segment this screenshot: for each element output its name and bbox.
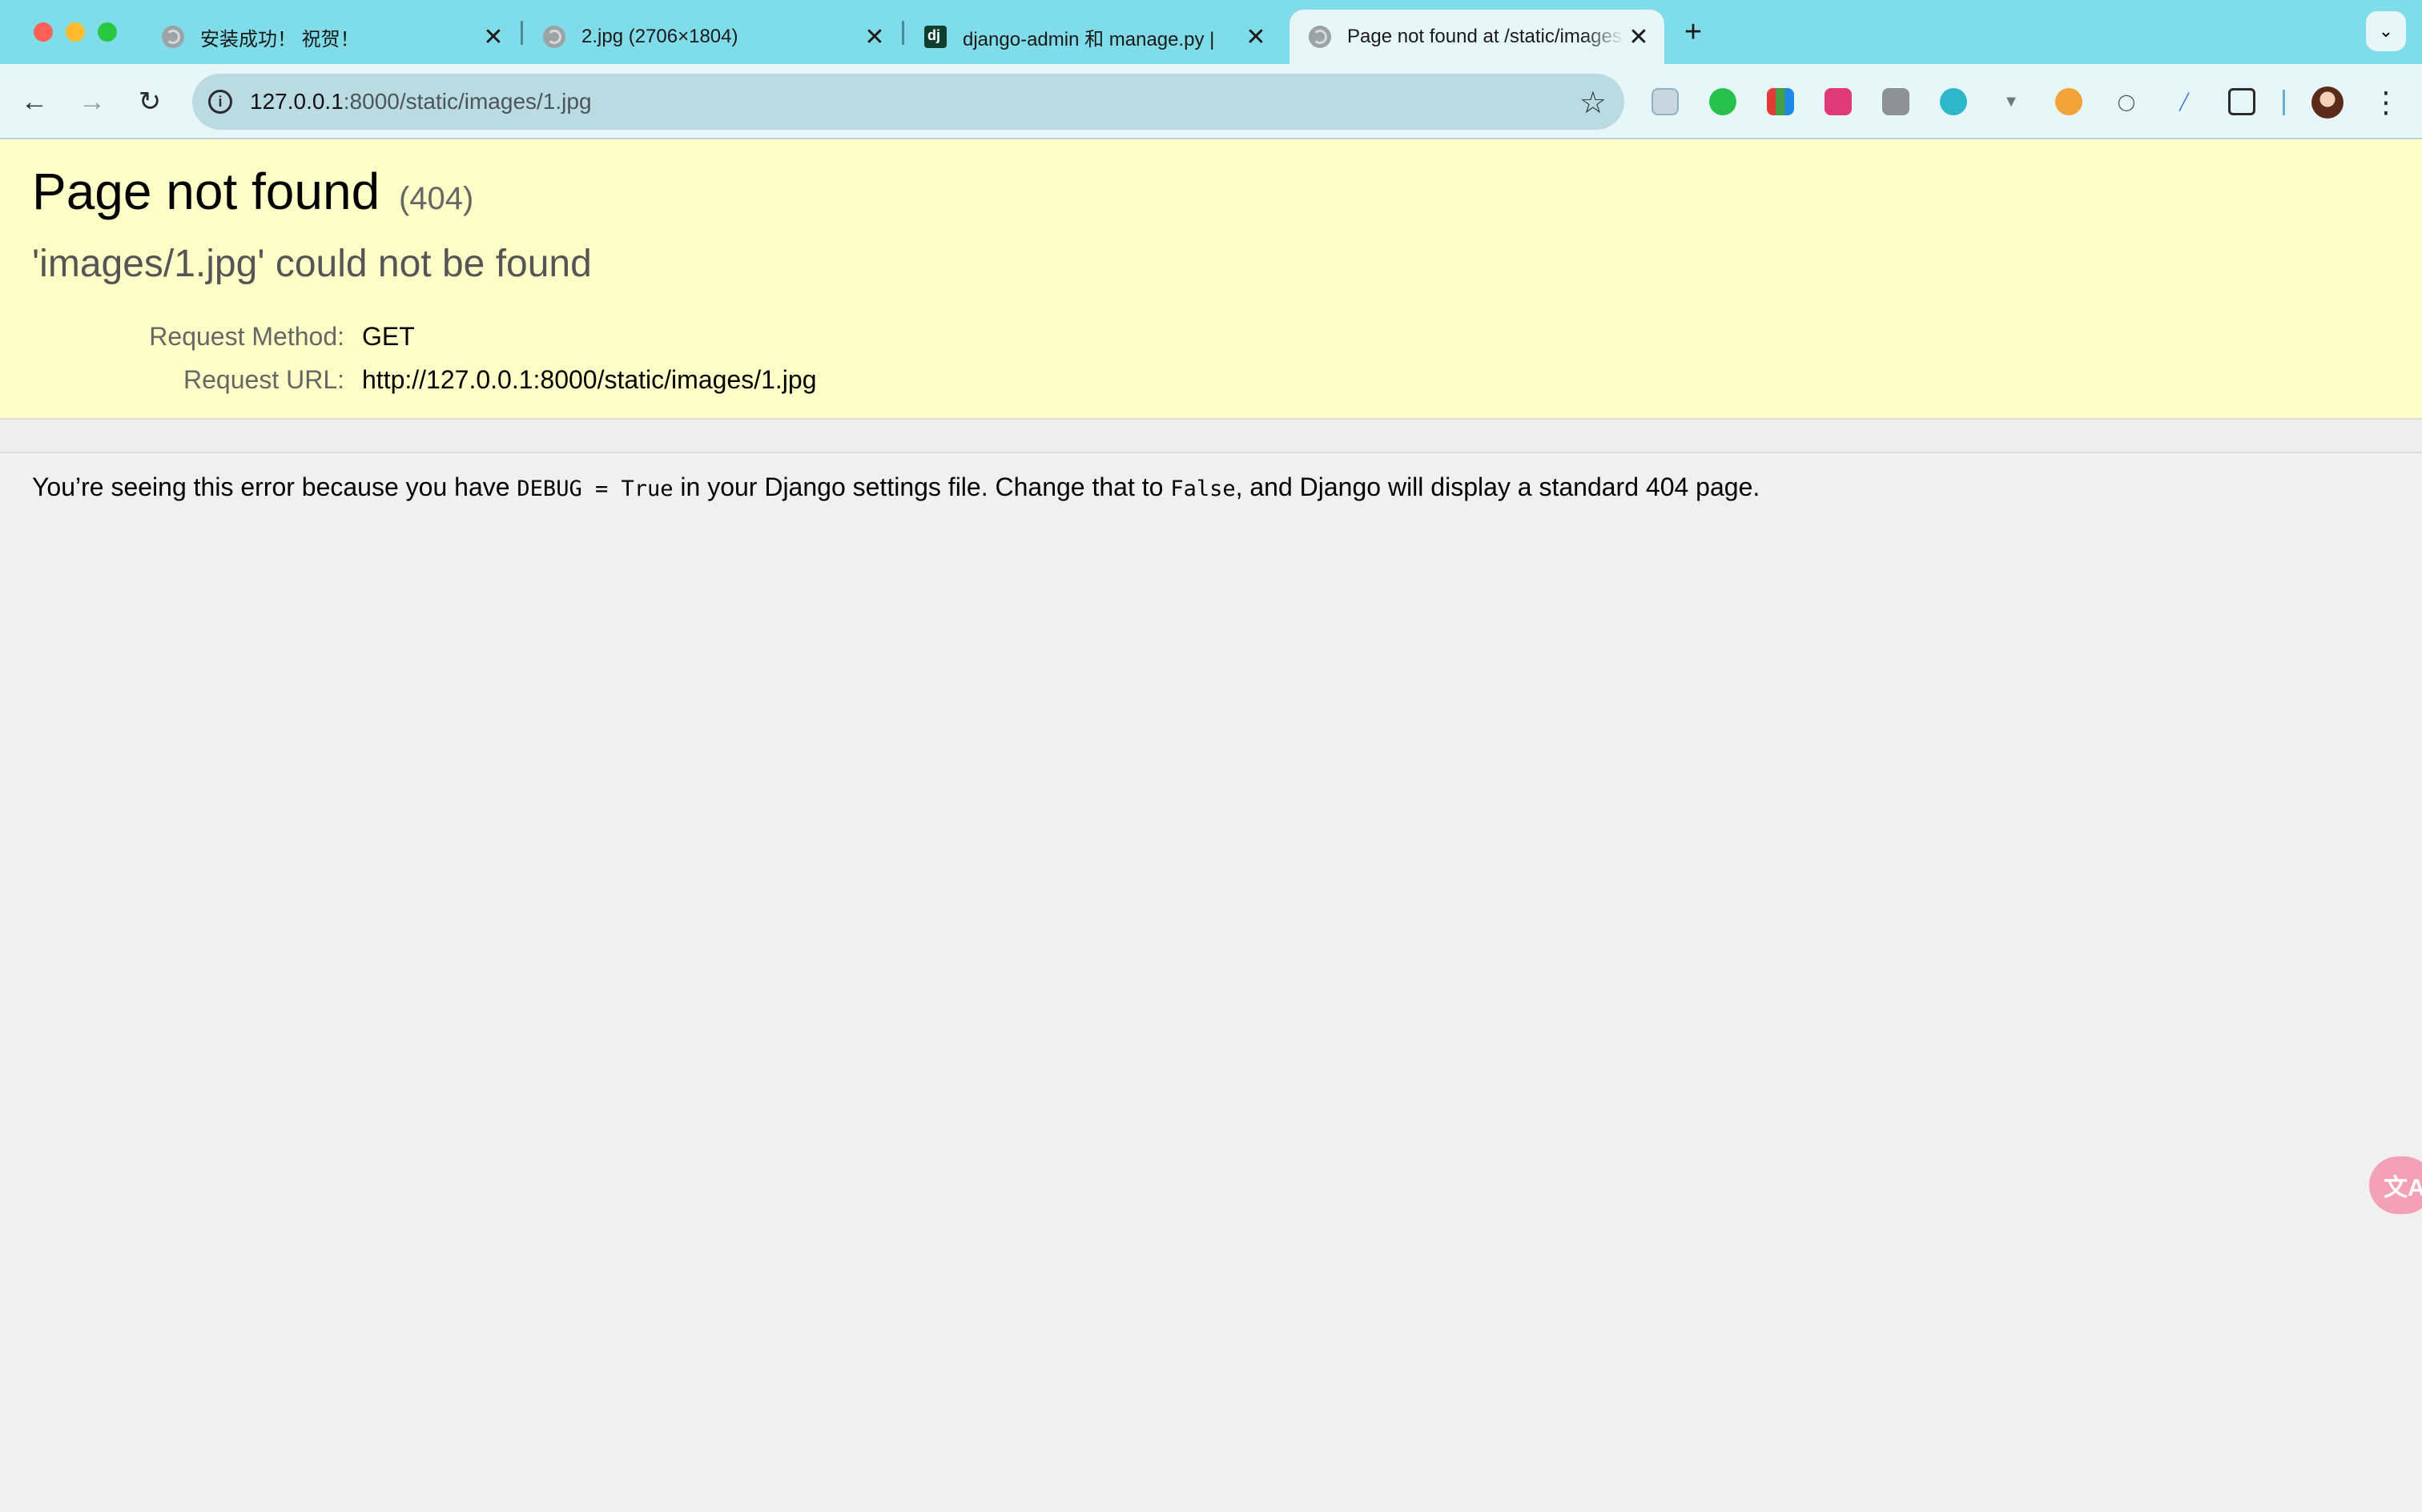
false-code: False [1170,477,1236,501]
site-info-icon[interactable]: i [208,90,232,114]
globe-icon [162,26,184,48]
request-method-value: GET [362,322,415,351]
emoji-icon[interactable] [1940,88,1967,115]
camera-icon[interactable] [1882,88,1909,115]
debug-code: DEBUG = True [517,477,674,501]
django-icon: dj [924,26,947,48]
back-button[interactable]: ← [14,82,54,122]
close-icon[interactable]: ✕ [1241,22,1270,51]
error-subtitle: 'images/1.jpg' could not be found [32,243,592,286]
close-icon[interactable]: ✕ [860,22,889,51]
leaf-icon[interactable] [1709,88,1736,115]
minimize-window-button[interactable] [66,22,85,42]
browser-toolbar: ← → ↻ i 127.0.0.1:8000/static/images/1.j… [0,64,2422,139]
eyedropper-icon[interactable]: ╱ [2171,88,2198,115]
tab-image[interactable]: 2.jpg (2706×1804) ✕ [524,10,900,64]
translate-float-button[interactable]: 文A [2369,1156,2422,1214]
request-url-value: http://127.0.0.1:8000/static/images/1.jp… [362,365,817,394]
tab-title: 安装成功！ 祝贺！ [200,28,360,50]
tab-title: django-admin 和 manage.py | [963,28,1215,50]
close-window-button[interactable] [34,22,53,42]
globe-icon [543,26,565,48]
request-url-label: Request URL: [183,365,344,394]
tab-strip: 安装成功！ 祝贺！ ✕ 2.jpg (2706×1804) ✕ dj djang… [0,0,2422,64]
tab-page-not-found[interactable]: Page not found at /static/images/1.jpg ✕ [1289,10,1664,64]
tab-title: Page not found at /static/images/1.jpg [1347,26,1624,47]
status-code: (404) [398,181,474,216]
reload-button[interactable]: ↻ [130,82,170,122]
tab-separator [521,21,523,45]
maximize-window-button[interactable] [98,22,117,42]
tab-django-docs[interactable]: dj django-admin 和 manage.py | ✕ [905,10,1281,64]
page-title: Page not found (404) [32,163,474,220]
puzzle-icon[interactable] [2228,88,2255,115]
bookmark-star-icon[interactable]: ☆ [1579,85,1607,121]
address-bar[interactable]: i 127.0.0.1:8000/static/images/1.jpg ☆ [192,74,1624,130]
close-icon[interactable]: ✕ [1624,22,1653,51]
url-text[interactable]: 127.0.0.1:8000/static/images/1.jpg [250,89,592,115]
react-devtools-icon[interactable] [1652,88,1679,115]
globe-icon [1309,26,1331,48]
divider-band [0,420,2422,453]
vue-icon[interactable]: ▼ [1998,88,2025,115]
orange-ext-icon[interactable] [2055,88,2082,115]
tab-separator [902,21,904,45]
profile-avatar[interactable] [2311,86,2344,119]
color-grid-icon[interactable] [1767,88,1794,115]
request-method-label: Request Method: [149,322,344,351]
browser-menu-button[interactable]: ⋮ [2372,83,2400,122]
tab-search-button[interactable]: ⌄ [2366,11,2406,51]
tab-install-success[interactable]: 安装成功！ 祝贺！ ✕ [143,10,519,64]
error-summary: Page not found (404) 'images/1.jpg' coul… [0,139,2422,420]
tab-title: 2.jpg (2706×1804) [581,26,738,47]
page-content: Page not found (404) 'images/1.jpg' coul… [0,139,2422,1512]
toolbar-separator [2283,90,2285,115]
forward-button[interactable]: → [72,82,112,122]
close-icon[interactable]: ✕ [479,22,508,51]
chat-icon[interactable]: ◯ [2113,88,2140,115]
debug-explanation: You’re seeing this error because you hav… [32,472,1760,501]
translate-icon[interactable] [1825,88,1852,115]
new-tab-button[interactable]: + [1677,15,1709,49]
